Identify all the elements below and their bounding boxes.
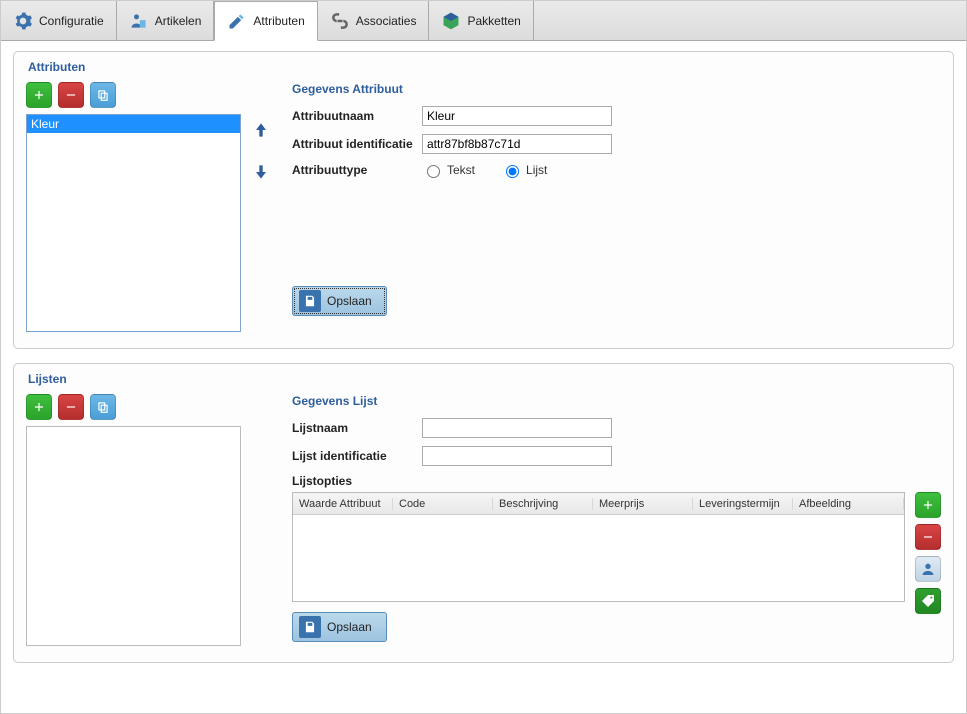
save-list-button[interactable]: Opslaan: [292, 612, 387, 642]
person-icon: [129, 11, 149, 31]
add-list-button[interactable]: [26, 394, 52, 420]
attribuutnaam-input[interactable]: [422, 106, 612, 126]
tab-bar: Configuratie Artikelen Attributen Associ…: [1, 1, 966, 41]
box-icon: [441, 11, 461, 31]
column-header-leveringstermijn[interactable]: Leveringstermijn: [693, 498, 793, 510]
lijst-id-input[interactable]: [422, 446, 612, 466]
list-listbox[interactable]: [26, 426, 241, 646]
content-area: Attributen: [1, 41, 966, 713]
tab-attributen[interactable]: Attributen: [214, 1, 317, 41]
list-item[interactable]: Kleur: [27, 115, 240, 133]
column-header-afbeelding[interactable]: Afbeelding: [793, 498, 904, 510]
panel-title-attributen: Attributen: [28, 60, 941, 74]
column-header-waarde[interactable]: Waarde Attribuut: [293, 498, 393, 510]
move-up-button[interactable]: [251, 120, 271, 140]
link-icon: [330, 11, 350, 31]
column-header-meerprijs[interactable]: Meerprijs: [593, 498, 693, 510]
type-lijst-radio[interactable]: Lijst: [501, 162, 547, 178]
tab-label: Pakketten: [467, 14, 520, 28]
radio-label: Lijst: [526, 163, 547, 177]
section-title-gegevens-lijst: Gegevens Lijst: [292, 394, 941, 408]
tab-label: Associaties: [356, 14, 417, 28]
radio-label: Tekst: [447, 163, 475, 177]
tab-associaties[interactable]: Associaties: [318, 1, 430, 40]
lijstopties-table[interactable]: Waarde Attribuut Code Beschrijving Meerp…: [292, 492, 905, 602]
tab-configuratie[interactable]: Configuratie: [1, 1, 117, 40]
lijstnaam-label: Lijstnaam: [292, 421, 422, 435]
column-header-code[interactable]: Code: [393, 498, 493, 510]
move-down-button[interactable]: [251, 162, 271, 182]
attribute-listbox[interactable]: Kleur: [26, 114, 241, 332]
lijstopties-side-toolbar: [915, 492, 941, 642]
attribuutnaam-label: Attribuutnaam: [292, 109, 422, 123]
attribuuttype-label: Attribuuttype: [292, 163, 422, 177]
remove-option-button[interactable]: [915, 524, 941, 550]
column-header-beschrijving[interactable]: Beschrijving: [493, 498, 593, 510]
tab-label: Configuratie: [39, 14, 104, 28]
gear-icon: [13, 11, 33, 31]
panel-title-lijsten: Lijsten: [28, 372, 941, 386]
user-option-button[interactable]: [915, 556, 941, 582]
panel-lijsten: Lijsten: [13, 363, 954, 663]
remove-list-button[interactable]: [58, 394, 84, 420]
save-icon: [299, 616, 321, 638]
type-tekst-radio[interactable]: Tekst: [422, 162, 475, 178]
add-option-button[interactable]: [915, 492, 941, 518]
tab-artikelen[interactable]: Artikelen: [117, 1, 215, 40]
lijstopties-label: Lijstopties: [292, 474, 422, 488]
panel-attributen: Attributen: [13, 51, 954, 349]
attributen-toolbar: [26, 82, 276, 108]
section-title-gegevens-attribuut: Gegevens Attribuut: [292, 82, 941, 96]
attribuut-id-input[interactable]: [422, 134, 612, 154]
tab-label: Artikelen: [155, 14, 202, 28]
tab-label: Attributen: [253, 14, 304, 28]
attribuut-id-label: Attribuut identificatie: [292, 137, 422, 151]
save-button-label: Opslaan: [327, 294, 372, 308]
remove-attribute-button[interactable]: [58, 82, 84, 108]
type-tekst-radio-input[interactable]: [427, 165, 440, 178]
tag-option-button[interactable]: [915, 588, 941, 614]
lijstnaam-input[interactable]: [422, 418, 612, 438]
save-icon: [299, 290, 321, 312]
save-attribute-button[interactable]: Opslaan: [292, 286, 387, 316]
table-header-row: Waarde Attribuut Code Beschrijving Meerp…: [293, 493, 904, 515]
lijsten-toolbar: [26, 394, 276, 420]
tab-pakketten[interactable]: Pakketten: [429, 1, 533, 40]
save-button-label: Opslaan: [327, 620, 372, 634]
copy-list-button[interactable]: [90, 394, 116, 420]
copy-attribute-button[interactable]: [90, 82, 116, 108]
lijst-id-label: Lijst identificatie: [292, 449, 422, 463]
add-attribute-button[interactable]: [26, 82, 52, 108]
edit-icon: [227, 11, 247, 31]
type-lijst-radio-input[interactable]: [506, 165, 519, 178]
